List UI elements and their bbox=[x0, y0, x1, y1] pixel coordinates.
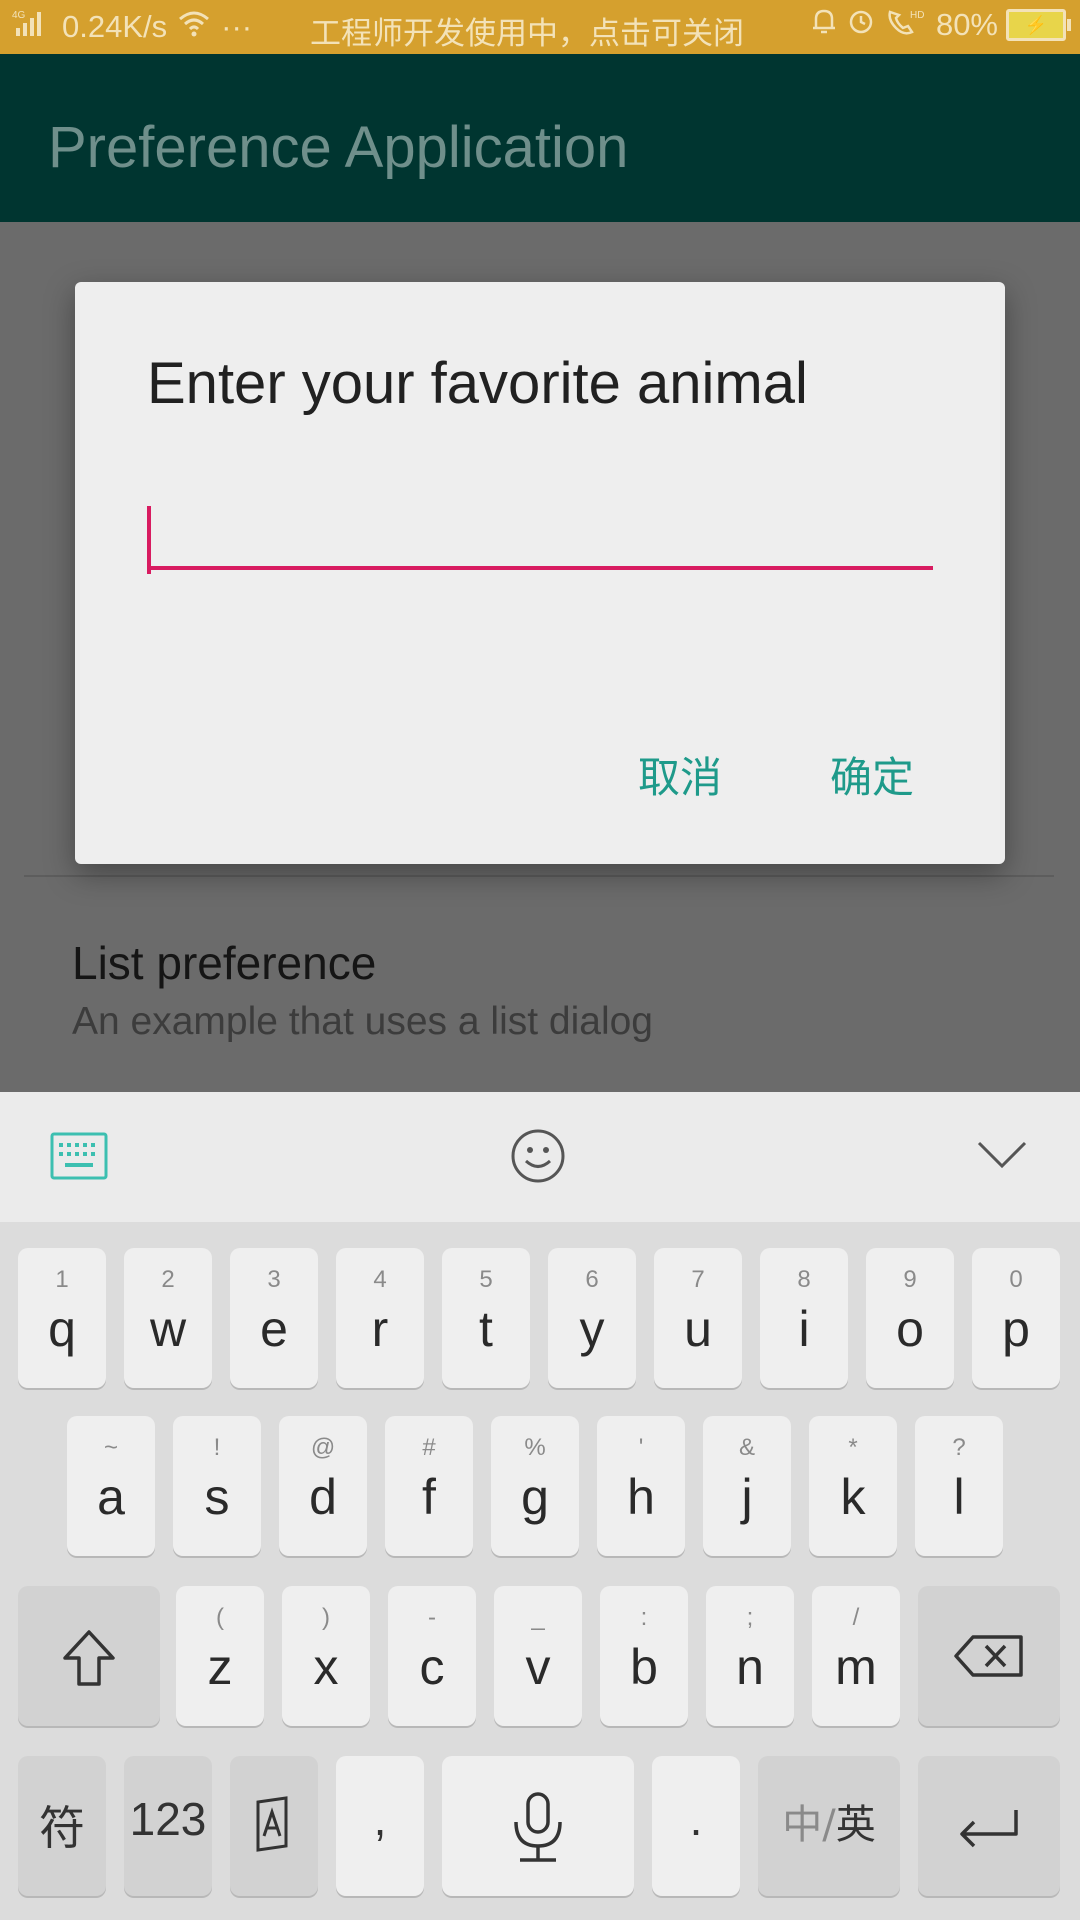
backspace-key[interactable] bbox=[918, 1586, 1060, 1726]
key-s[interactable]: ! s bbox=[173, 1416, 261, 1556]
language-active: 英 bbox=[835, 1802, 876, 1848]
key-c[interactable]: -c bbox=[388, 1586, 476, 1726]
key-x[interactable]: ) x bbox=[282, 1586, 370, 1726]
network-speed: 0.24K/s bbox=[62, 9, 168, 44]
key-j[interactable]: & j bbox=[703, 1416, 791, 1556]
input-method-key[interactable] bbox=[230, 1756, 318, 1896]
bell-icon bbox=[810, 6, 838, 44]
cancel-button[interactable]: 取消 bbox=[638, 744, 722, 805]
keyboard-icon[interactable] bbox=[50, 1132, 108, 1185]
key-q[interactable]: 1q bbox=[18, 1248, 106, 1388]
wifi-icon bbox=[177, 9, 211, 45]
keyboard-toolbar bbox=[0, 1092, 1080, 1222]
shift-icon bbox=[61, 1628, 117, 1693]
developer-notice[interactable]: 工程师开发使用中，点击可关闭 bbox=[310, 8, 744, 53]
backspace-icon bbox=[953, 1634, 1025, 1683]
key-l[interactable]: ? l bbox=[915, 1416, 1003, 1556]
network-type: 4G bbox=[12, 10, 26, 21]
input-method-icon bbox=[252, 1796, 296, 1857]
chevron-down-icon[interactable] bbox=[976, 1140, 1028, 1175]
emoji-icon[interactable] bbox=[510, 1128, 566, 1189]
ok-button[interactable]: 确定 bbox=[830, 744, 914, 805]
key-o[interactable]: 9o bbox=[866, 1248, 954, 1388]
edit-text-dialog: Enter your favorite animal 取消 确定 bbox=[75, 282, 1005, 864]
key-a[interactable]: ~ a bbox=[67, 1416, 155, 1556]
key-b[interactable]: :b bbox=[600, 1586, 688, 1726]
signal-icon: 4G bbox=[12, 8, 52, 46]
app-bar: Preference Application bbox=[0, 54, 1080, 222]
key-z[interactable]: (z bbox=[176, 1586, 264, 1726]
voice-input-key[interactable] bbox=[442, 1756, 634, 1896]
svg-text:HD: HD bbox=[910, 10, 924, 21]
key-f[interactable]: # f bbox=[385, 1416, 473, 1556]
language-switch-key[interactable]: 中/英 bbox=[758, 1756, 900, 1896]
battery-percent: 80% bbox=[935, 7, 998, 42]
app-title: Preference Application bbox=[48, 115, 629, 180]
key-u[interactable]: 7u bbox=[654, 1248, 742, 1388]
symbols-key[interactable]: 符 bbox=[18, 1756, 106, 1896]
key-k[interactable]: * k bbox=[809, 1416, 897, 1556]
enter-icon bbox=[956, 1806, 1022, 1855]
list-divider bbox=[24, 875, 1054, 877]
key-t[interactable]: 5t bbox=[442, 1248, 530, 1388]
numbers-key[interactable]: 123 bbox=[124, 1756, 212, 1896]
keyboard: 1q 2w 3e 4r 5t 6y 7u 8i 9o 0p ~ a ! s @ d #… bbox=[0, 1222, 1080, 1920]
list-preference-summary: An example that uses a list dialog bbox=[72, 1000, 654, 1043]
enter-key[interactable] bbox=[918, 1756, 1060, 1896]
list-preference-title[interactable]: List preference bbox=[72, 936, 376, 990]
dialog-title: Enter your favorite animal bbox=[147, 351, 808, 416]
status-left: 4G 0.24K/s ··· bbox=[12, 8, 252, 46]
key-n[interactable]: ; n bbox=[706, 1586, 794, 1726]
text-cursor bbox=[147, 506, 151, 574]
key-i[interactable]: 8i bbox=[760, 1248, 848, 1388]
microphone-icon bbox=[506, 1790, 570, 1871]
key-h[interactable]: ' h bbox=[597, 1416, 685, 1556]
language-inactive: 中/ bbox=[782, 1802, 836, 1848]
battery-icon: ⚡ bbox=[1006, 9, 1071, 41]
animal-input[interactable] bbox=[147, 506, 933, 570]
key-d[interactable]: @ d bbox=[279, 1416, 367, 1556]
key-e[interactable]: 3e bbox=[230, 1248, 318, 1388]
key-g[interactable]: % g bbox=[491, 1416, 579, 1556]
key-v[interactable]: _ v bbox=[494, 1586, 582, 1726]
hd-call-icon: HD bbox=[884, 6, 928, 44]
key-w[interactable]: 2w bbox=[124, 1248, 212, 1388]
key-m[interactable]: / m bbox=[812, 1586, 900, 1726]
period-key[interactable]: . bbox=[652, 1756, 740, 1896]
status-bar: 4G 0.24K/s ··· 工程师开发使用中，点击可关闭 HD 80% ⚡ bbox=[0, 0, 1080, 54]
status-right: HD 80% ⚡ bbox=[810, 6, 1071, 44]
more-dots: ··· bbox=[221, 9, 253, 44]
key-r[interactable]: 4r bbox=[336, 1248, 424, 1388]
shift-key[interactable] bbox=[18, 1586, 160, 1726]
alarm-icon bbox=[846, 6, 876, 44]
comma-key[interactable]: , bbox=[336, 1756, 424, 1896]
key-y[interactable]: 6y bbox=[548, 1248, 636, 1388]
key-p[interactable]: 0p bbox=[972, 1248, 1060, 1388]
